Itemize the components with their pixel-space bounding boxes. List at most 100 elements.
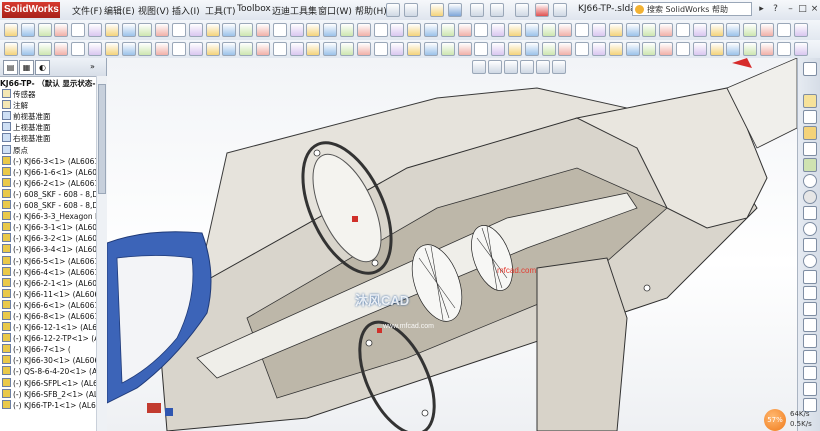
- toolbar-button-icon[interactable]: [340, 42, 354, 56]
- fillet-tool-icon[interactable]: [803, 318, 817, 332]
- toolbar-button-icon[interactable]: [54, 23, 69, 37]
- toolbar-button-icon[interactable]: [222, 23, 237, 37]
- print-icon[interactable]: [470, 3, 484, 17]
- feature-tree-tab-icon[interactable]: ▤: [3, 60, 18, 75]
- toolbar-button-icon[interactable]: [20, 42, 35, 56]
- tree-item[interactable]: (-) KJ66-3-2<1> (AL6061+: [0, 233, 96, 244]
- tree-item[interactable]: (-) KJ66-5<1> (AL6061+无: [0, 255, 96, 267]
- tree-item[interactable]: (-) 608_SKF - 608 - 8,DI: [0, 188, 96, 200]
- tree-item[interactable]: (-) 608_SKF - 608 - 8,DI: [0, 200, 96, 211]
- custom-properties-icon[interactable]: [803, 158, 817, 172]
- toolbar-button-icon[interactable]: [508, 42, 522, 56]
- toolbar-button-icon[interactable]: [373, 42, 388, 56]
- toolbar-button-icon[interactable]: [188, 23, 203, 37]
- minimize-icon[interactable]: –: [785, 4, 796, 15]
- toolbar-button-icon[interactable]: [306, 42, 321, 56]
- circle-tool-icon[interactable]: [803, 174, 817, 188]
- toolbar-button-icon[interactable]: [390, 42, 405, 56]
- toolbar-button-icon[interactable]: [440, 42, 455, 56]
- toolbar-button-icon[interactable]: [424, 42, 438, 56]
- menu-edit[interactable]: 编辑(E): [104, 4, 135, 17]
- open-icon[interactable]: [404, 3, 418, 17]
- rectangle-tool-icon[interactable]: [803, 206, 817, 220]
- tree-item[interactable]: (-) KJ66-7<1> (: [0, 344, 96, 355]
- toolbar-button-icon[interactable]: [743, 42, 758, 56]
- toolbar-button-icon[interactable]: [373, 23, 388, 37]
- section-view-icon[interactable]: [520, 60, 534, 74]
- help-search-input[interactable]: 搜索 SolidWorks 帮助: [632, 2, 752, 16]
- toolbar-button-icon[interactable]: [491, 42, 506, 56]
- file-explorer-icon[interactable]: [803, 110, 817, 124]
- search-go-icon[interactable]: ▸: [756, 4, 767, 15]
- toolbar-button-icon[interactable]: [54, 42, 69, 56]
- menu-file[interactable]: 文件(F): [72, 4, 102, 17]
- tree-item[interactable]: (-) KJ66-11<1> (AL6061+: [0, 288, 96, 300]
- toolbar-button-icon[interactable]: [104, 42, 119, 56]
- toolbar-button-icon[interactable]: [20, 23, 35, 37]
- menu-toolbox[interactable]: Toolbox: [237, 4, 271, 14]
- help-icon[interactable]: ?: [770, 4, 781, 15]
- toolbar-button-icon[interactable]: [188, 42, 203, 56]
- toolbar-button-icon[interactable]: [608, 23, 623, 37]
- tree-item[interactable]: (-) KJ66-30<1> (AL6061+: [0, 355, 96, 366]
- toolbar-button-icon[interactable]: [709, 23, 724, 37]
- appearance-icon[interactable]: [803, 142, 817, 156]
- toolbar-button-icon[interactable]: [71, 23, 86, 37]
- tree-item[interactable]: (-) KJ66-3-4<1> (AL6061+: [0, 244, 96, 255]
- toolbar-button-icon[interactable]: [323, 23, 338, 37]
- view-orientation-icon[interactable]: [536, 60, 550, 74]
- toolbar-button-icon[interactable]: [440, 23, 455, 37]
- tree-item[interactable]: 注解: [0, 100, 96, 111]
- toolbar-button-icon[interactable]: [642, 42, 657, 56]
- toolbar-button-icon[interactable]: [172, 42, 186, 56]
- toolbar-button-icon[interactable]: [659, 42, 674, 56]
- toolbar-button-icon[interactable]: [726, 23, 741, 37]
- toolbar-button-icon[interactable]: [592, 23, 606, 37]
- graphics-viewport[interactable]: mfcad.com 沐风CAD www.mfcad.com: [107, 58, 797, 431]
- toolbar-button-icon[interactable]: [541, 23, 556, 37]
- toolbar-button-icon[interactable]: [121, 23, 136, 37]
- toolbar-button-icon[interactable]: [457, 23, 472, 37]
- toolbar-button-icon[interactable]: [625, 23, 640, 37]
- toolbar-button-icon[interactable]: [272, 42, 287, 56]
- tree-item[interactable]: (-) KJ66-6<1> (AL6061+无: [0, 299, 96, 311]
- toolbar-button-icon[interactable]: [676, 23, 690, 37]
- tree-item[interactable]: 右视基准面: [0, 133, 96, 144]
- restore-icon[interactable]: □: [797, 4, 808, 15]
- toolbar-button-icon[interactable]: [424, 23, 438, 37]
- toolbar-button-icon[interactable]: [104, 23, 119, 37]
- menu-window[interactable]: 窗口(W): [318, 4, 352, 17]
- toolbar-button-icon[interactable]: [205, 42, 220, 56]
- mirror-tool-icon[interactable]: [803, 350, 817, 364]
- tree-item[interactable]: 传感器: [0, 89, 96, 100]
- toolbar-button-icon[interactable]: [222, 42, 237, 56]
- toolbar-button-icon[interactable]: [776, 42, 791, 56]
- tree-scrollbar[interactable]: [96, 76, 107, 431]
- toolbar-button-icon[interactable]: [306, 23, 321, 37]
- toolbar-button-icon[interactable]: [356, 42, 371, 56]
- arc-tool-icon[interactable]: [803, 190, 817, 204]
- offset-tool-icon[interactable]: [803, 366, 817, 380]
- toolbar-button-icon[interactable]: [172, 23, 186, 37]
- toolbar-button-icon[interactable]: [760, 42, 774, 56]
- tree-item[interactable]: (-) KJ66-3-1<1> (AL6061+: [0, 222, 96, 233]
- toolbar-button-icon[interactable]: [692, 23, 707, 37]
- toolbar-button-icon[interactable]: [272, 23, 287, 37]
- toolbar-button-icon[interactable]: [474, 23, 489, 37]
- toolbar-button-icon[interactable]: [88, 23, 102, 37]
- toolbar-button-icon[interactable]: [760, 23, 774, 37]
- slot-tool-icon[interactable]: [803, 302, 817, 316]
- tree-item[interactable]: (-) KJ66-3<1> (AL6061+无: [0, 155, 96, 167]
- menu-tools[interactable]: 工具(T): [205, 4, 236, 17]
- undo-icon[interactable]: [490, 3, 504, 17]
- toolbar-button-icon[interactable]: [726, 42, 741, 56]
- select-icon[interactable]: [515, 3, 529, 17]
- ellipse-tool-icon[interactable]: [803, 222, 817, 236]
- toolbar-button-icon[interactable]: [793, 23, 808, 37]
- toolbar-button-icon[interactable]: [692, 42, 707, 56]
- menu-view[interactable]: 视图(V): [138, 4, 169, 17]
- toolbar-button-icon[interactable]: [407, 42, 422, 56]
- toolbar-button-icon[interactable]: [575, 23, 590, 37]
- view-palette-icon[interactable]: [803, 126, 817, 140]
- property-tab-icon[interactable]: ▦: [19, 60, 34, 75]
